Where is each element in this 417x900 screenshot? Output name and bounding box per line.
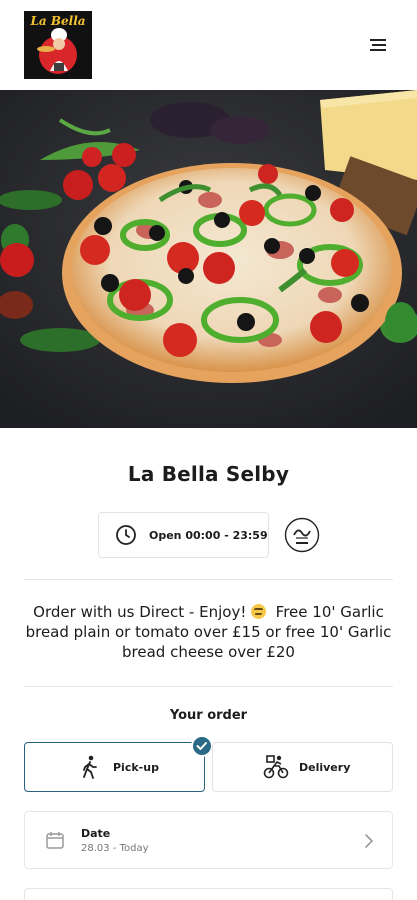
- delivery-option[interactable]: Delivery: [212, 742, 393, 792]
- time-selector[interactable]: [24, 888, 393, 900]
- your-order-heading: Your order: [169, 708, 248, 723]
- date-selector[interactable]: Date 28.03 - Today: [24, 811, 393, 869]
- divider: [24, 579, 393, 580]
- smile-emoji-icon: [251, 604, 267, 619]
- hero-image: [0, 90, 417, 428]
- header: La Bella: [0, 0, 417, 90]
- pickup-option[interactable]: Pick-up: [24, 742, 205, 792]
- pickup-label: Pick-up: [113, 760, 159, 774]
- halal-icon: [284, 517, 320, 553]
- menu-button[interactable]: [364, 33, 392, 57]
- logo[interactable]: La Bella: [24, 11, 92, 79]
- pizza-image: [0, 90, 417, 428]
- promo-message: Order with us Direct - Enjoy! Free 10' G…: [18, 602, 399, 662]
- hamburger-icon: [370, 39, 386, 51]
- walking-person-icon: [83, 755, 97, 779]
- chevron-right-icon: [365, 834, 374, 848]
- date-value: 28.03 - Today: [81, 842, 149, 854]
- promo-text-start: Order with us Direct - Enjoy!: [33, 603, 247, 621]
- date-label: Date: [81, 826, 111, 840]
- calendar-icon: [46, 832, 64, 849]
- delivery-label: Delivery: [299, 760, 351, 774]
- opening-hours-text: Open 00:00 - 23:59: [149, 528, 268, 542]
- bicycle-courier-icon: [263, 755, 289, 779]
- restaurant-name: La Bella Selby: [127, 462, 290, 486]
- logo-text: La Bella: [30, 14, 86, 28]
- selected-check-icon: [191, 735, 213, 757]
- clock-icon: [116, 525, 136, 545]
- opening-hours: Open 00:00 - 23:59: [98, 512, 269, 558]
- divider: [24, 686, 393, 687]
